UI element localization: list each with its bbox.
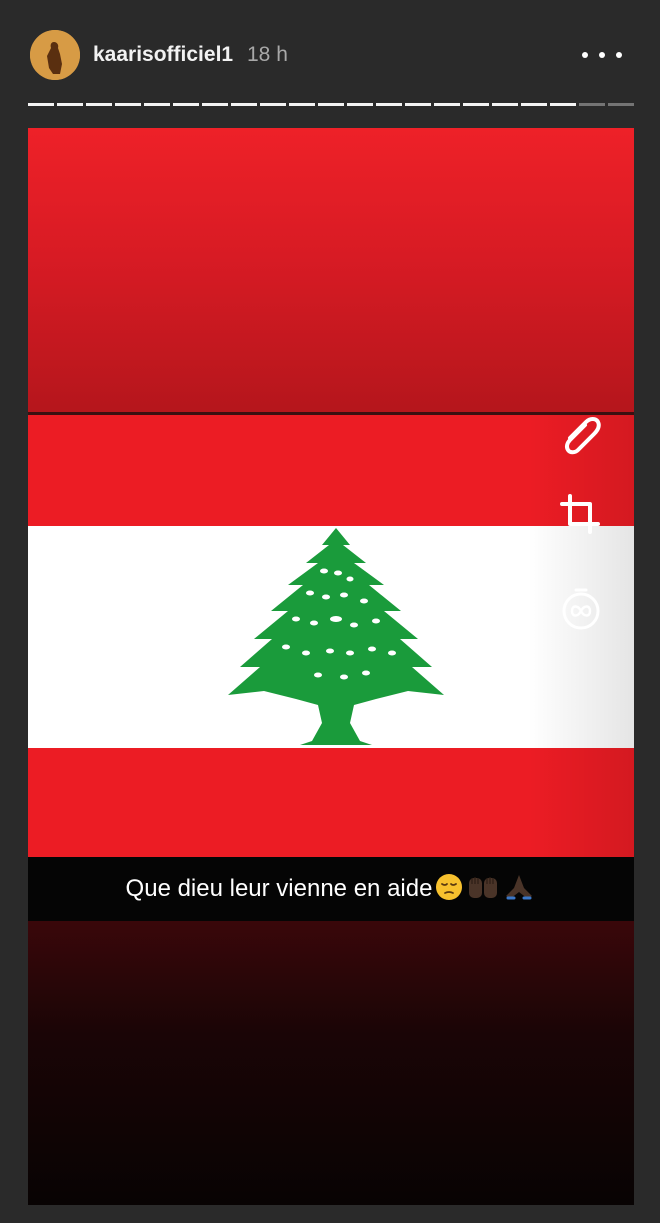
caption-bar: Que dieu leur vienne en aide <box>28 857 634 921</box>
progress-segment <box>550 103 576 106</box>
caption-text: Que dieu leur vienne en aide <box>125 875 433 902</box>
progress-segment <box>492 103 518 106</box>
progress-segment <box>115 103 141 106</box>
progress-segment <box>173 103 199 106</box>
progress-segment <box>608 103 634 106</box>
story-header: kaarisofficiel1 18 h <box>0 0 660 100</box>
post-time: 18 h <box>247 43 288 66</box>
progress-segment <box>260 103 286 106</box>
progress-segment <box>86 103 112 106</box>
story-progress-bar <box>28 103 634 107</box>
pensive-face-icon <box>434 872 464 907</box>
progress-segment <box>376 103 402 106</box>
progress-segment <box>463 103 489 106</box>
avatar[interactable] <box>30 30 80 80</box>
story-background-bottom <box>28 921 634 1205</box>
username[interactable]: kaarisofficiel1 <box>93 43 233 67</box>
progress-segment <box>57 103 83 106</box>
progress-segment <box>434 103 460 106</box>
cedar-tree-icon <box>228 528 444 745</box>
progress-segment <box>289 103 315 106</box>
progress-segment <box>318 103 344 106</box>
story-background-top <box>28 128 634 412</box>
progress-segment <box>521 103 547 106</box>
progress-segment <box>28 103 54 106</box>
progress-segment <box>231 103 257 106</box>
progress-segment <box>405 103 431 106</box>
story-content[interactable]: Que dieu leur vienne en aide <box>28 128 634 1205</box>
paperclip-icon[interactable] <box>556 408 606 458</box>
raised-hands-icon <box>466 872 500 907</box>
crop-icon[interactable] <box>556 490 606 540</box>
timer-icon[interactable] <box>556 583 606 633</box>
folded-hands-icon <box>502 872 536 907</box>
progress-segment <box>579 103 605 106</box>
progress-segment <box>144 103 170 106</box>
progress-segment <box>347 103 373 106</box>
progress-segment <box>202 103 228 106</box>
avatar-person-icon <box>30 30 80 80</box>
more-options-icon[interactable] <box>582 40 622 70</box>
